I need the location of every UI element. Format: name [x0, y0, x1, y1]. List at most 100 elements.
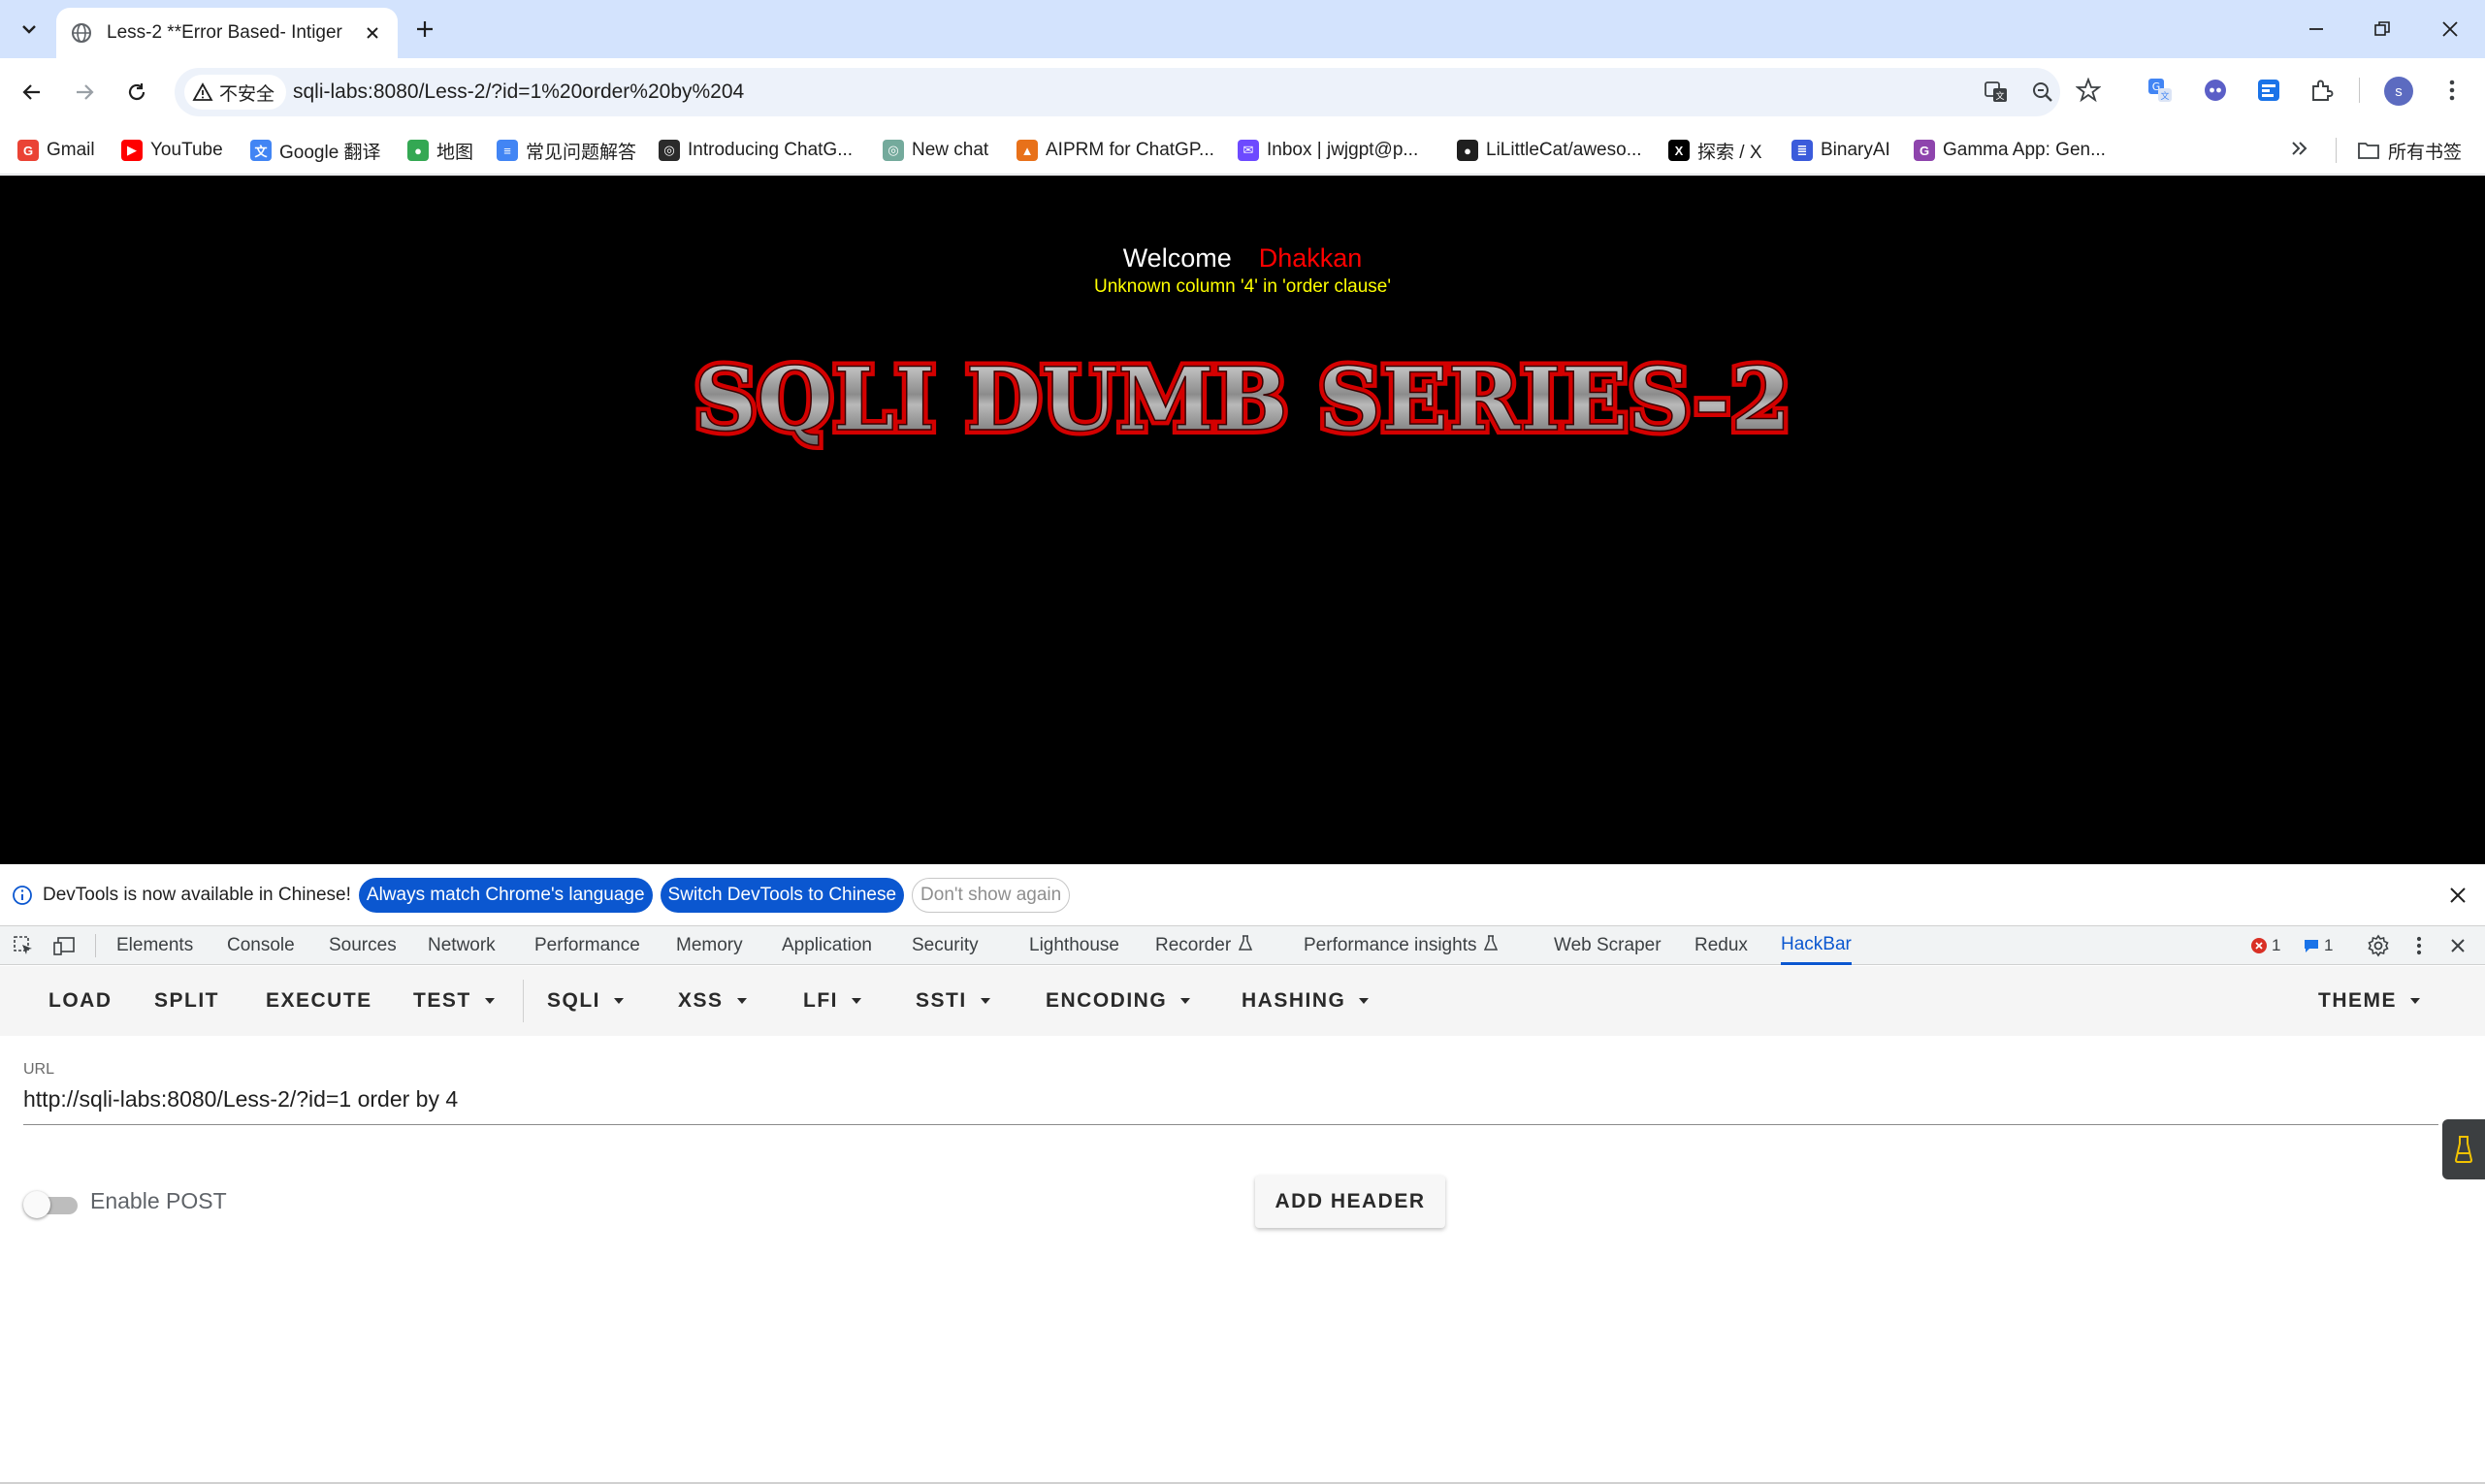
side-panel-handle[interactable] — [2442, 1119, 2485, 1179]
browser-tab[interactable]: Less-2 **Error Based- Intiger — [56, 8, 398, 58]
devtools-tab[interactable]: Application — [782, 926, 872, 965]
device-toolbar-icon[interactable] — [50, 932, 78, 959]
more-bookmarks-chevron-icon[interactable] — [2289, 138, 2316, 165]
restore-button[interactable] — [2365, 12, 2400, 47]
toggle-thumb — [23, 1191, 50, 1218]
all-bookmarks-button[interactable]: 所有书签 — [2357, 136, 2462, 165]
hackbar-toolbar: LOAD SPLIT EXECUTE TEST SQLI XSS LFI SSTI ENCODI… — [0, 966, 2485, 1036]
logo-text: SQLI DUMB SERIES-2 — [694, 350, 1791, 451]
bookmark-item[interactable]: ▶ YouTube — [121, 136, 223, 165]
devtools-tab[interactable]: Redux — [1694, 926, 1748, 965]
add-header-button[interactable]: ADD HEADER — [1255, 1176, 1445, 1228]
devtools-tab[interactable]: Network — [428, 926, 496, 965]
ssti-button[interactable]: SSTI — [916, 982, 990, 1020]
minimize-button[interactable] — [2299, 12, 2334, 47]
devtools-tab[interactable]: Memory — [676, 926, 743, 965]
bookmark-item[interactable]: X 探索 / X — [1668, 136, 1762, 165]
devtools-tab[interactable]: Performance insights — [1304, 926, 1499, 965]
bookmark-item[interactable]: ● LiLittleCat/aweso... — [1457, 136, 1642, 165]
bookmark-item[interactable]: ◎ New chat — [883, 136, 988, 165]
error-count-value: 1 — [2272, 936, 2281, 954]
welcome-text: Welcome — [1122, 243, 1232, 273]
google-translate-extension-icon[interactable]: G文 — [2144, 74, 2177, 107]
error-count[interactable]: 1 — [2250, 934, 2280, 957]
ai-assistant-extension-icon[interactable] — [2199, 74, 2232, 107]
address-bar[interactable]: 不安全 sqli-labs:8080/Less-2/?id=1%20order%… — [175, 68, 2060, 116]
bookmark-item[interactable]: ▲ AIPRM for ChatGP... — [1017, 136, 1214, 165]
browser-toolbar: 不安全 sqli-labs:8080/Less-2/?id=1%20order%… — [0, 58, 2485, 126]
address-text[interactable]: sqli-labs:8080/Less-2/?id=1%20order%20by… — [293, 81, 744, 104]
hackbar-button-label: THEME — [2318, 989, 2397, 1012]
reload-button[interactable] — [118, 74, 155, 111]
welcome-user: Dhakkan — [1258, 243, 1363, 273]
lfi-button[interactable]: LFI — [803, 982, 861, 1020]
zoom-icon[interactable] — [2027, 77, 2058, 108]
bookmark-item[interactable]: ≣ BinaryAI — [1791, 136, 1890, 165]
devtools-tab[interactable]: Web Scraper — [1554, 926, 1662, 965]
reader-extension-icon[interactable] — [2252, 74, 2285, 107]
devtools-tab[interactable]: Recorder — [1155, 926, 1253, 965]
bookmark-item[interactable]: ◎ Introducing ChatG... — [659, 136, 853, 165]
bookmark-item[interactable]: 文 Google 翻译 — [250, 136, 381, 165]
tab-search-button[interactable] — [14, 14, 45, 45]
execute-button[interactable]: EXECUTE — [266, 982, 372, 1020]
test-button[interactable]: TEST — [413, 982, 495, 1020]
message-icon — [2305, 940, 2318, 952]
infobar-close-icon[interactable] — [2444, 882, 2471, 909]
dont-show-again-button[interactable]: Don't show again — [912, 877, 1071, 913]
devtools-tab[interactable]: Performance — [534, 926, 640, 965]
always-match-language-button[interactable]: Always match Chrome's language — [358, 877, 653, 913]
bookmark-item[interactable]: ✉ Inbox | jwjgpt@p... — [1238, 136, 1418, 165]
bookmark-item[interactable]: G Gmail — [17, 136, 95, 165]
close-window-button[interactable] — [2433, 12, 2468, 47]
github-icon: ● — [1457, 140, 1478, 161]
bookmark-item[interactable]: G Gamma App: Gen... — [1914, 136, 2106, 165]
inspect-element-icon[interactable] — [10, 932, 37, 959]
sqli-button[interactable]: SQLI — [547, 982, 625, 1020]
security-chip[interactable]: 不安全 — [184, 75, 287, 110]
devtools-tab[interactable]: Elements — [116, 926, 193, 965]
message-count[interactable]: 1 — [2303, 934, 2333, 957]
bookmark-item[interactable]: ● 地图 — [407, 136, 473, 165]
infobar-message: DevTools is now available in Chinese! — [43, 884, 351, 905]
devtools-close-icon[interactable] — [2444, 932, 2471, 959]
chrome-menu-icon[interactable] — [2436, 74, 2469, 107]
encoding-button[interactable]: ENCODING — [1046, 982, 1191, 1020]
hashing-button[interactable]: HASHING — [1242, 982, 1370, 1020]
devtools-tab[interactable]: Sources — [329, 926, 397, 965]
translate-page-icon[interactable]: 文 — [1981, 77, 2012, 108]
devtools-tab[interactable]: Lighthouse — [1029, 926, 1119, 965]
devtools-tab-label: Application — [782, 935, 872, 955]
forward-button[interactable] — [66, 74, 103, 111]
bookmark-label: Gmail — [47, 140, 95, 160]
devtools-more-options-icon[interactable] — [2405, 932, 2433, 959]
bookmark-item[interactable]: ≡ 常见问题解答 — [497, 136, 636, 165]
folder-icon — [2358, 143, 2379, 159]
extensions-puzzle-icon[interactable] — [2306, 74, 2339, 107]
split-button[interactable]: SPLIT — [154, 982, 219, 1020]
chevron-down-icon — [22, 25, 36, 34]
arrow-right-icon — [77, 84, 94, 100]
hackbar-button-label: LOAD — [48, 989, 113, 1012]
devtools-settings-gear-icon[interactable] — [2365, 932, 2392, 959]
openai-icon: ◎ — [659, 140, 680, 161]
devtools-tab[interactable]: Console — [227, 926, 295, 965]
load-button[interactable]: LOAD — [48, 982, 113, 1020]
toolbar-divider — [2359, 78, 2360, 103]
star-icon[interactable] — [2075, 77, 2102, 108]
devtools-tab-label: Sources — [329, 935, 397, 955]
devtools-tab[interactable]: HackBar — [1781, 926, 1852, 965]
tab-close-icon[interactable] — [361, 21, 384, 45]
security-label: 不安全 — [219, 83, 275, 105]
url-input[interactable]: http://sqli-labs:8080/Less-2/?id=1 order… — [23, 1082, 2438, 1125]
back-button[interactable] — [14, 74, 50, 111]
xss-button[interactable]: XSS — [678, 982, 747, 1020]
profile-avatar[interactable]: s — [2384, 77, 2413, 106]
devtools-divider — [95, 934, 96, 957]
devtools-tab[interactable]: Security — [912, 926, 979, 965]
new-tab-button[interactable] — [409, 14, 440, 45]
enable-post-toggle[interactable] — [23, 1191, 78, 1218]
message-count-value: 1 — [2324, 936, 2334, 954]
theme-button[interactable]: THEME — [2318, 982, 2420, 1020]
switch-to-chinese-button[interactable]: Switch DevTools to Chinese — [660, 877, 905, 913]
